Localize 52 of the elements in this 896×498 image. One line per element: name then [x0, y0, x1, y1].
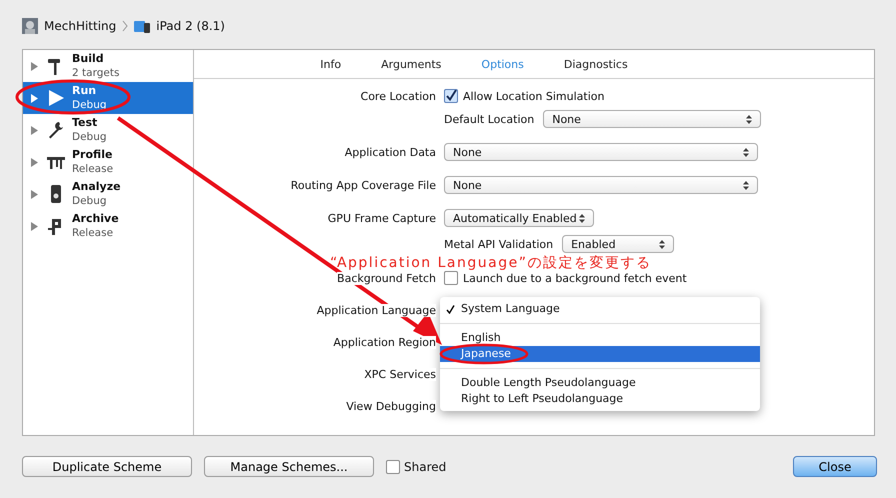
tab[interactable]: Diagnostics — [564, 58, 628, 70]
option-label: Application Language — [316, 304, 436, 316]
popup-select[interactable]: None — [444, 143, 758, 161]
popup-select[interactable]: Enabled — [562, 235, 674, 253]
annotation-text: “Application Language”の設定を変更する — [330, 255, 652, 271]
action-title: Archive — [72, 212, 119, 226]
action-title: Test — [72, 116, 98, 130]
scheme-action-item[interactable]: Analyze Debug — [23, 178, 193, 210]
menu-item[interactable]: Japanese — [440, 346, 760, 362]
option-label: Routing App Coverage File — [290, 178, 436, 192]
action-subtitle: Debug — [72, 194, 108, 208]
option-label: XPC Services — [364, 368, 436, 380]
scheme-action-item[interactable]: Run Debug — [23, 82, 193, 114]
project-name[interactable]: MechHitting — [44, 19, 116, 33]
action-subtitle: Debug — [72, 98, 107, 112]
action-subtitle: Debug — [72, 130, 107, 144]
option-label: Application Region — [333, 336, 436, 348]
close-button[interactable]: Close — [793, 456, 877, 477]
action-subtitle: Release — [72, 226, 114, 240]
action-title: Run — [72, 84, 98, 98]
tab[interactable]: Arguments — [381, 58, 442, 70]
option-label: GPU Frame Capture — [328, 212, 436, 224]
menu-item[interactable]: Right to Left Pseudolanguage — [440, 391, 760, 407]
scheme-button[interactable]: Manage Schemes... — [204, 456, 374, 477]
tab[interactable]: Options — [481, 58, 524, 70]
menu-item[interactable]: English — [440, 330, 760, 346]
popup-select[interactable]: None — [543, 110, 762, 128]
option-label: View Debugging — [346, 400, 436, 412]
option-label: Background Fetch — [337, 272, 436, 284]
popup-select[interactable]: Automatically Enabled — [444, 209, 594, 227]
option-label: Core Location — [360, 90, 436, 102]
action-title: Analyze — [72, 180, 121, 194]
scheme-action-item[interactable]: Profile Release — [23, 146, 193, 178]
scheme-button[interactable]: Duplicate Scheme — [22, 456, 192, 477]
checkbox-label: Shared — [404, 460, 446, 474]
action-title: Build — [72, 52, 105, 66]
option-label: Default Location — [444, 112, 534, 126]
action-subtitle: Release — [72, 162, 114, 176]
action-subtitle: 2 targets — [72, 66, 120, 80]
tab[interactable]: Info — [320, 58, 342, 70]
scheme-action-item[interactable]: Build 2 targets — [23, 50, 193, 82]
checkbox-label: Launch due to a background fetch event — [463, 272, 687, 284]
option-label: Application Data — [344, 146, 436, 158]
action-title: Profile — [72, 148, 114, 162]
menu-item[interactable]: Double Length Pseudolanguage — [440, 375, 760, 391]
scheme-action-item[interactable]: Archive Release — [23, 210, 193, 242]
option-label: Metal API Validation — [444, 238, 554, 250]
popup-select[interactable]: None — [444, 176, 758, 194]
menu-item[interactable]: System Language — [440, 301, 760, 317]
scheme-action-item[interactable]: Test Debug — [23, 114, 193, 146]
checkbox-label: Allow Location Simulation — [463, 90, 604, 102]
device-name[interactable]: iPad 2 (8.1) — [156, 19, 225, 33]
